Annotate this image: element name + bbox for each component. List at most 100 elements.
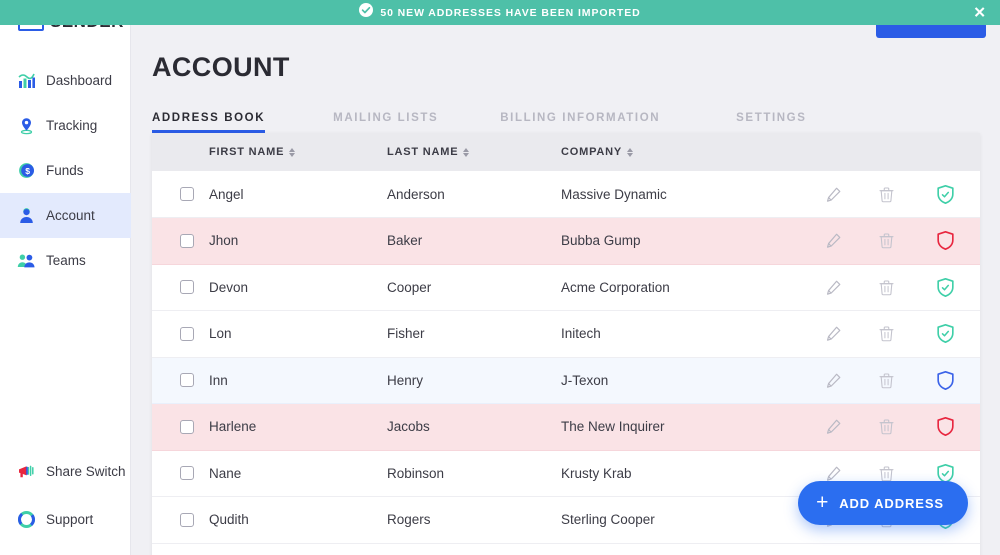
row-checkbox[interactable]: [180, 326, 194, 341]
sidebar-item-label: Account: [46, 208, 95, 223]
row-checkbox[interactable]: [180, 419, 194, 434]
edit-icon[interactable]: [804, 218, 862, 265]
delete-icon[interactable]: [862, 264, 910, 311]
check-circle-icon: [359, 3, 374, 22]
cell-company: Sterling Cooper: [561, 512, 655, 528]
sidebar-secondary-nav: Share Switch Support: [0, 447, 131, 543]
users-icon: [16, 251, 36, 271]
cell-last-name: Anderson: [387, 186, 445, 202]
cell-first-name: Devon: [209, 279, 249, 295]
row-select-cell[interactable]: [152, 450, 209, 497]
edit-icon[interactable]: [804, 264, 862, 311]
row-checkbox[interactable]: [180, 512, 194, 527]
cell-company: Krusty Krab: [561, 465, 632, 481]
cell-last-name: Baker: [387, 233, 423, 249]
row-select-cell[interactable]: [152, 311, 209, 358]
cell-last-name: Fisher: [387, 326, 425, 342]
sidebar-item-support[interactable]: Support: [0, 495, 131, 543]
sidebar-item-teams[interactable]: Teams: [0, 238, 131, 283]
sidebar-item-label: Dashboard: [46, 73, 113, 88]
row-checkbox[interactable]: [180, 466, 194, 481]
row-select-cell[interactable]: [152, 264, 209, 311]
notification-text: 50 NEW ADDRESSES HAVE BEEN IMPORTED: [380, 6, 641, 19]
add-address-button[interactable]: + ADD ADDRESS: [798, 481, 968, 525]
row-select-cell[interactable]: [152, 218, 209, 265]
sort-arrows-icon[interactable]: [463, 147, 470, 157]
delete-icon[interactable]: [862, 171, 910, 218]
column-header-company[interactable]: COMPANY: [561, 133, 804, 171]
delete-icon[interactable]: [862, 404, 910, 451]
cell-first-name: Nane: [209, 465, 242, 481]
sidebar-primary-nav: Dashboard Tracking $ Funds Account Teams: [0, 58, 131, 283]
delete-icon[interactable]: [862, 311, 910, 358]
tab-billing-information[interactable]: BILLING INFORMATION: [500, 112, 660, 133]
edit-icon[interactable]: [804, 357, 862, 404]
sidebar-item-share-switch[interactable]: Share Switch: [0, 447, 131, 495]
main-content: ACCOUNT ADDRESS BOOK MAILING LISTS BILLI…: [131, 0, 1000, 555]
shield-status-icon[interactable]: [910, 218, 980, 265]
app-window: SENDER Dashboard: [0, 0, 1000, 555]
notification-banner: 50 NEW ADDRESSES HAVE BEEN IMPORTED ✕: [0, 0, 1000, 25]
delete-icon[interactable]: [862, 218, 910, 265]
sidebar-item-label: Funds: [46, 163, 84, 178]
row-checkbox[interactable]: [180, 233, 194, 248]
cell-first-name: Harlene: [209, 419, 257, 435]
lifebuoy-icon: [16, 509, 36, 529]
row-select-cell[interactable]: [152, 404, 209, 451]
table-row[interactable]: Jhon Baker Bubba Gump: [152, 217, 980, 265]
column-header-status: [910, 133, 980, 171]
tab-mailing-lists[interactable]: MAILING LISTS: [333, 112, 438, 133]
cell-company: Initech: [561, 326, 601, 342]
dollar-coin-icon: $: [16, 161, 36, 181]
row-checkbox[interactable]: [180, 187, 194, 201]
delete-icon[interactable]: [862, 357, 910, 404]
table-row[interactable]: Harlene Jacobs The New Inquirer: [152, 403, 980, 451]
column-label: COMPANY: [561, 146, 623, 158]
user-icon: [16, 206, 36, 226]
sidebar-item-dashboard[interactable]: Dashboard: [0, 58, 131, 103]
table-row[interactable]: Angel Anderson Massive Dynamic: [152, 171, 980, 218]
sidebar: SENDER Dashboard: [0, 0, 131, 555]
column-header-last-name[interactable]: LAST NAME: [387, 133, 561, 171]
shield-status-icon[interactable]: [910, 171, 980, 218]
cell-first-name: Angel: [209, 186, 244, 202]
shield-status-icon[interactable]: [910, 404, 980, 451]
sidebar-item-funds[interactable]: $ Funds: [0, 148, 131, 193]
sort-arrows-icon[interactable]: [627, 147, 634, 157]
row-checkbox[interactable]: [180, 373, 194, 388]
table-row[interactable]: Lon Fisher Initech: [152, 310, 980, 358]
column-header-edit: [804, 133, 862, 171]
sidebar-item-account[interactable]: Account: [0, 193, 131, 238]
row-select-cell[interactable]: [152, 497, 209, 544]
shield-status-icon[interactable]: [910, 264, 980, 311]
sort-arrows-icon[interactable]: [289, 147, 296, 157]
column-header-select: [152, 133, 209, 171]
row-select-cell[interactable]: [152, 357, 209, 404]
edit-icon[interactable]: [804, 171, 862, 218]
table-row[interactable]: Inn Henry J-Texon: [152, 357, 980, 404]
shield-status-icon[interactable]: [910, 357, 980, 404]
sidebar-item-tracking[interactable]: Tracking: [0, 103, 131, 148]
cell-last-name: Robinson: [387, 465, 445, 481]
sidebar-item-label: Share Switch: [46, 463, 126, 479]
cell-first-name: Qudith: [209, 512, 249, 528]
cell-last-name: Jacobs: [387, 419, 430, 435]
cell-company: Acme Corporation: [561, 279, 670, 295]
tab-settings[interactable]: SETTINGS: [736, 112, 806, 133]
shield-status-icon[interactable]: [910, 311, 980, 358]
cell-last-name: Henry: [387, 372, 424, 388]
close-icon[interactable]: ✕: [973, 5, 986, 20]
row-select-cell[interactable]: [152, 171, 209, 218]
sidebar-item-label: Tracking: [46, 118, 98, 133]
tab-address-book[interactable]: ADDRESS BOOK: [152, 112, 266, 133]
edit-icon[interactable]: [804, 311, 862, 358]
sidebar-item-label: Teams: [46, 253, 86, 268]
table-row[interactable]: Devon Cooper Acme Corporation: [152, 264, 980, 311]
cell-last-name: Cooper: [387, 279, 432, 295]
column-label: LAST NAME: [387, 146, 459, 158]
column-header-first-name[interactable]: FIRST NAME: [209, 133, 387, 171]
row-checkbox[interactable]: [180, 280, 194, 295]
edit-icon[interactable]: [804, 404, 862, 451]
sidebar-item-label: Support: [46, 511, 94, 527]
cell-company: Massive Dynamic: [561, 186, 667, 202]
